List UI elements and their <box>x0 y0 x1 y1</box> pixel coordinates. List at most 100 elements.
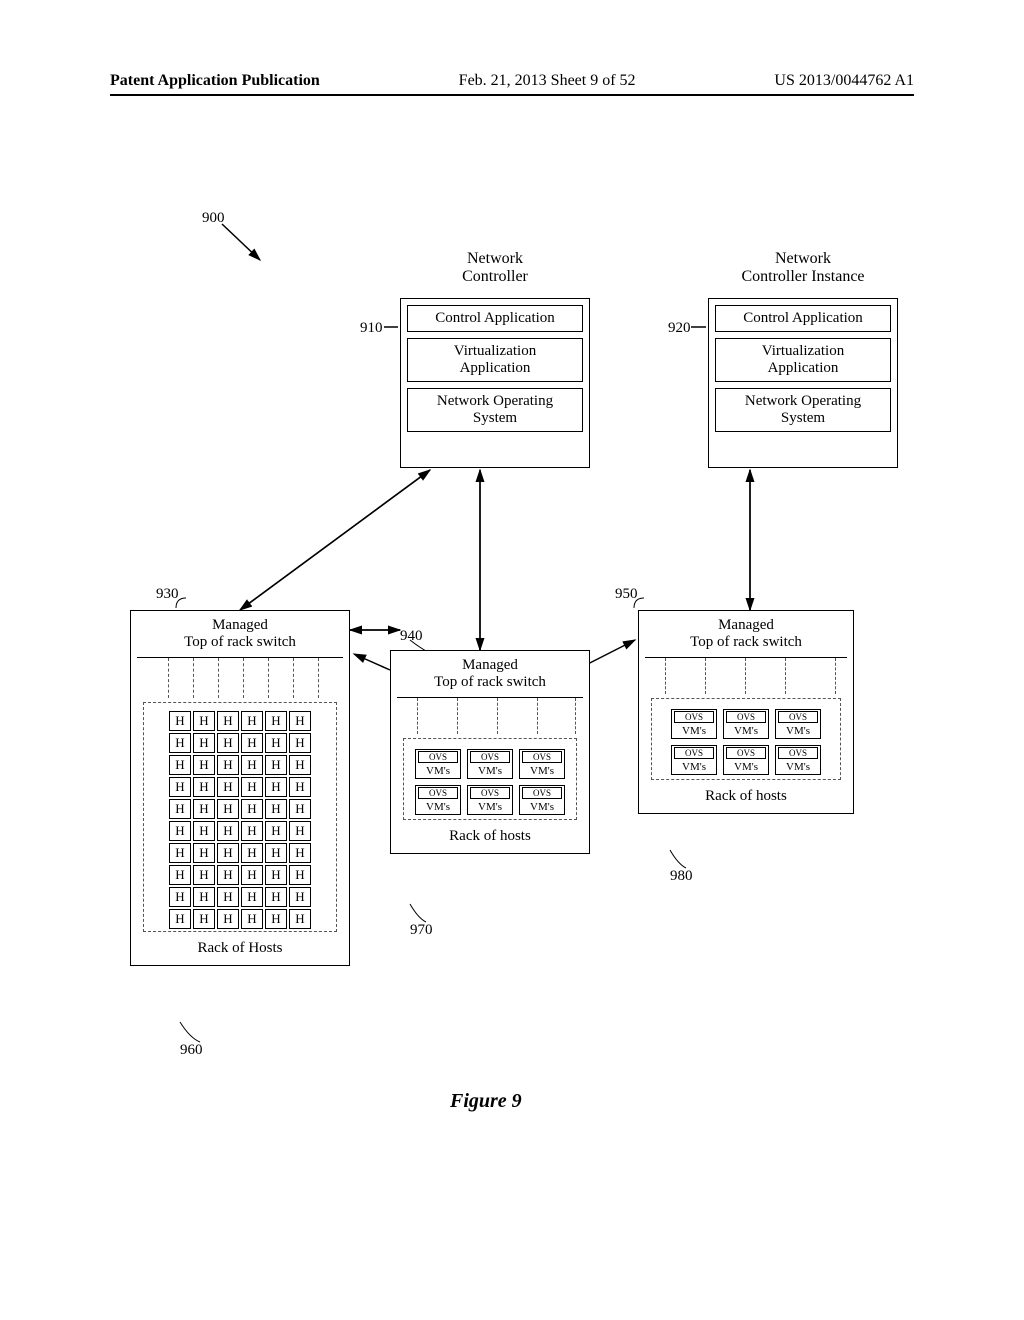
host-cell: H <box>289 711 311 731</box>
vm-cell: OVS VM's <box>415 785 461 815</box>
ovs-label: OVS <box>522 751 562 763</box>
ctrl1-row2: Virtualization Application <box>407 338 583 382</box>
host-cell: H <box>169 843 191 863</box>
vm-cell: OVS VM's <box>671 709 717 739</box>
ovs-label: OVS <box>778 711 818 723</box>
ovs-label: OVS <box>522 787 562 799</box>
host-cell: H <box>241 733 263 753</box>
host-cell: H <box>289 733 311 753</box>
host-cell: H <box>265 821 287 841</box>
diagram: 900 <box>110 210 914 1110</box>
host-cell: H <box>193 821 215 841</box>
host-cell: H <box>169 909 191 929</box>
vm-cell: OVSVM's <box>415 749 461 779</box>
switch-940: Managed Top of rack switch OVS VM's OVS VM'… <box>390 650 590 854</box>
host-cell: H <box>193 777 215 797</box>
host-cell: H <box>217 777 239 797</box>
host-cell: H <box>169 755 191 775</box>
vm-cell: OVSVM's <box>519 785 565 815</box>
vms-label: VM's <box>778 725 818 737</box>
vm-cell: OVS VM's <box>671 745 717 775</box>
host-cell: H <box>217 909 239 929</box>
host-cell: H <box>193 755 215 775</box>
vm-grid-950: OVSVM'sOVSVM'sOVSVM'sOVSVM'sOVSVM'sOVSVM… <box>654 709 838 775</box>
vms-label: VM's <box>522 765 562 777</box>
host-cell: H <box>217 799 239 819</box>
vms-label: VM's <box>418 801 458 813</box>
vms-label: VM's <box>418 765 458 777</box>
host-cell: H <box>241 799 263 819</box>
ovs-label: OVS <box>470 787 510 799</box>
refnum-950: 950 <box>615 586 638 603</box>
host-cell: H <box>265 865 287 885</box>
host-cell: H <box>169 777 191 797</box>
host-cell: H <box>169 799 191 819</box>
ctrl1-row3: Network Operating System <box>407 388 583 432</box>
host-cell: H <box>265 711 287 731</box>
ovs-label: OVS <box>726 711 766 723</box>
refnum-920: 920 <box>668 320 691 337</box>
ovs-label: OVS <box>470 751 510 763</box>
vm-cell: OVSVM's <box>723 745 769 775</box>
header-left: Patent Application Publication <box>110 72 320 90</box>
host-cell: H <box>193 843 215 863</box>
vms-label: VM's <box>674 725 714 737</box>
host-cell: H <box>169 711 191 731</box>
figure-caption: Figure 9 <box>450 1090 522 1113</box>
host-cell: H <box>289 799 311 819</box>
vms-label: VM's <box>674 761 714 773</box>
host-cell: H <box>289 821 311 841</box>
refnum-940: 940 <box>400 628 423 645</box>
host-cell: H <box>169 865 191 885</box>
header-right: US 2013/0044762 A1 <box>774 72 914 90</box>
host-grid-930: HHHHHHHHHHHHHHHHHHHHHHHHHHHHHHHHHHHHHHHH… <box>146 711 334 929</box>
vm-cell: OVS VM's <box>723 709 769 739</box>
host-cell: H <box>169 821 191 841</box>
header-center: Feb. 21, 2013 Sheet 9 of 52 <box>459 72 636 90</box>
ovs-label: OVS <box>418 787 458 799</box>
refnum-980: 980 <box>670 868 693 885</box>
vm-cell: OVS VM's <box>775 709 821 739</box>
host-cell: H <box>193 733 215 753</box>
vm-cell: OVSVM's <box>467 749 513 779</box>
vms-label: VM's <box>470 801 510 813</box>
vms-label: VM's <box>778 761 818 773</box>
host-cell: H <box>217 711 239 731</box>
network-controller-2: Control Application Virtualization Appli… <box>708 298 898 468</box>
host-cell: H <box>265 887 287 907</box>
refnum-970: 970 <box>410 922 433 939</box>
host-cell: H <box>241 821 263 841</box>
host-cell: H <box>241 909 263 929</box>
host-cell: H <box>265 755 287 775</box>
refnum-930: 930 <box>156 586 179 603</box>
sw930-title: Managed Top of rack switch <box>137 617 343 651</box>
ovs-label: OVS <box>674 711 714 723</box>
host-cell: H <box>289 887 311 907</box>
host-cell: H <box>265 777 287 797</box>
ovs-label: OVS <box>674 747 714 759</box>
sw950-title: Managed Top of rack switch <box>645 617 847 651</box>
refnum-960: 960 <box>180 1042 203 1059</box>
host-cell: H <box>241 777 263 797</box>
network-controller-1: Control Application Virtualization Appli… <box>400 298 590 468</box>
host-cell: H <box>289 909 311 929</box>
ctrl1-title: Network Controller <box>400 250 590 286</box>
ctrl2-row2: Virtualization Application <box>715 338 891 382</box>
host-cell: H <box>217 755 239 775</box>
sw940-rack-label: Rack of hosts <box>397 828 583 845</box>
host-cell: H <box>241 887 263 907</box>
ctrl2-row3: Network Operating System <box>715 388 891 432</box>
host-cell: H <box>289 843 311 863</box>
host-cell: H <box>217 843 239 863</box>
host-cell: H <box>193 865 215 885</box>
host-cell: H <box>265 909 287 929</box>
switch-950: Managed Top of rack switch OVS VM's OVS VM'… <box>638 610 854 814</box>
vms-label: VM's <box>726 725 766 737</box>
ctrl1-row1: Control Application <box>407 305 583 332</box>
host-cell: H <box>241 755 263 775</box>
host-cell: H <box>217 821 239 841</box>
sw940-title: Managed Top of rack switch <box>397 657 583 691</box>
ctrl2-title: Network Controller Instance <box>708 250 898 286</box>
page-header: Patent Application Publication Feb. 21, … <box>110 72 914 96</box>
host-cell: H <box>265 843 287 863</box>
